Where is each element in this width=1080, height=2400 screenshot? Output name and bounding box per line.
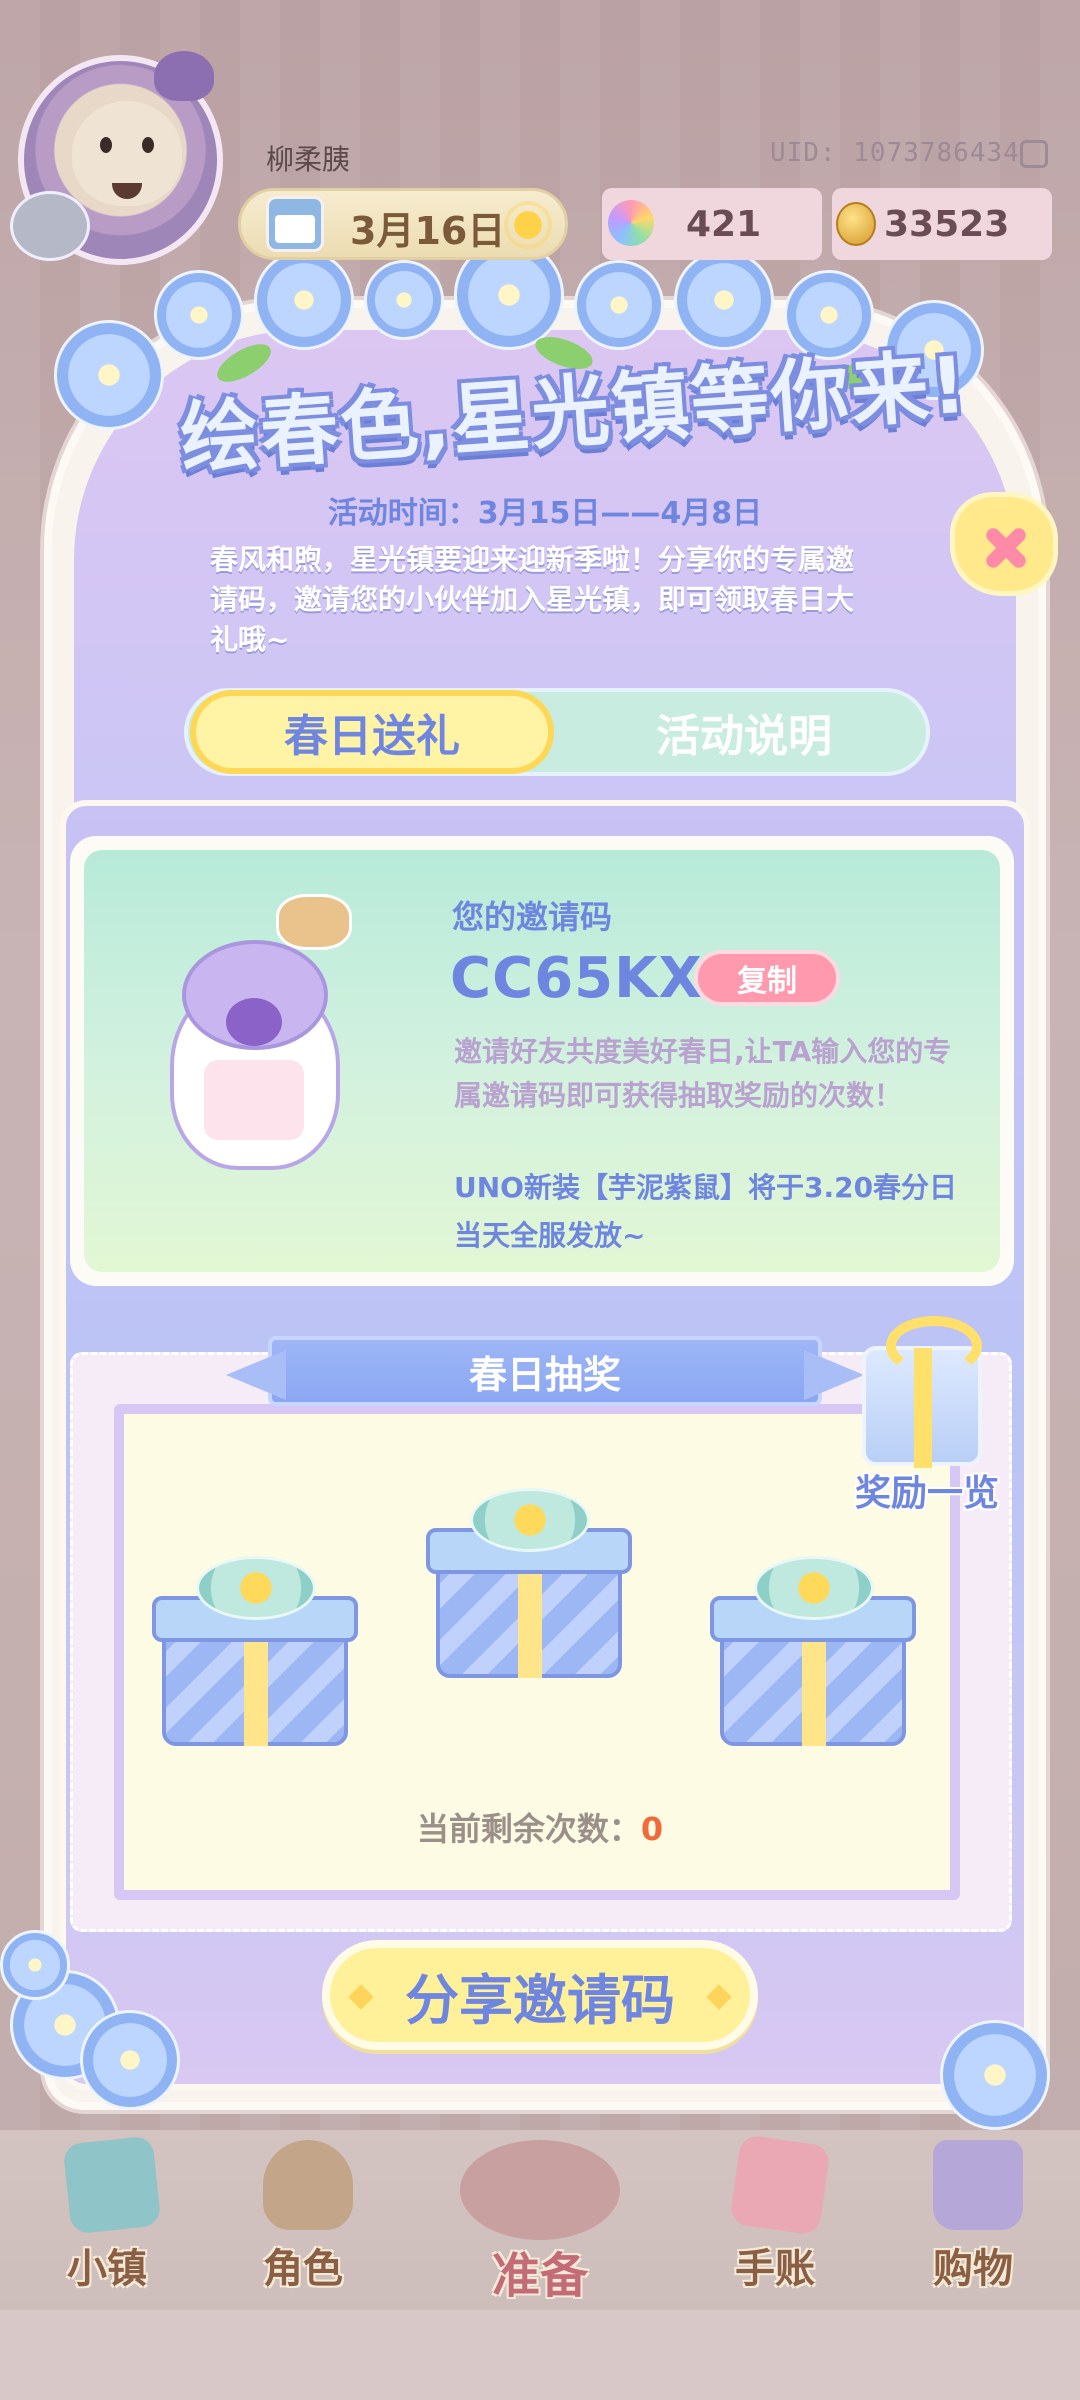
hamster-character-illustration xyxy=(160,940,350,1180)
hamster-mouth xyxy=(226,998,282,1046)
avatar-hat xyxy=(154,51,214,101)
flower-icon xyxy=(940,2020,1050,2130)
close-button[interactable] xyxy=(950,492,1058,596)
lottery-gift-box[interactable] xyxy=(706,1546,916,1756)
reward-gift-icon[interactable] xyxy=(862,1316,982,1468)
invite-note: UNO新装【芋泥紫鼠】将于3.20春分日当天全服发放~ xyxy=(454,1171,958,1252)
current-date: 3月16日 xyxy=(350,209,506,253)
player-avatar[interactable] xyxy=(10,51,223,265)
calendar-icon xyxy=(266,196,324,252)
copy-code-button[interactable]: 复制 xyxy=(694,950,840,1006)
hamster-shirt xyxy=(204,1060,304,1140)
reward-list-label[interactable]: 奖励一览 xyxy=(832,1464,1022,1516)
tab-event-rules[interactable]: 活动说明 xyxy=(564,690,924,774)
remaining-draws: 当前剩余次数：0 xyxy=(0,1804,1080,1850)
flower-icon xyxy=(0,1930,70,2000)
share-button-label: 分享邀请码 xyxy=(405,1968,675,2032)
lottery-gift-box[interactable] xyxy=(148,1546,358,1756)
flower-icon xyxy=(80,2010,180,2110)
flower-cluster-bottom-right xyxy=(930,2010,1080,2150)
invite-code-value: CC65KX xyxy=(450,946,703,1011)
avatar-pet-cat xyxy=(10,191,90,261)
nav-character[interactable]: 角色 xyxy=(228,2140,378,2300)
gem-value: 421 xyxy=(686,204,762,245)
top-hud: 柳柔胰 UID: 1073786434 3月16日 421 33523 xyxy=(0,0,1080,300)
activity-description: 春风和煦，星光镇要迎来迎新季啦！分享你的专属邀请码，邀请您的小伙伴加入星光镇，即… xyxy=(210,543,855,656)
gem-icon xyxy=(608,200,654,246)
character-icon xyxy=(263,2140,353,2230)
activity-time: 活动时间：3月15日——4月8日 xyxy=(327,496,763,531)
coin-value: 33523 xyxy=(884,204,1010,245)
flower-cluster-bottom-left xyxy=(0,1930,200,2130)
gift-bow-icon xyxy=(196,1556,316,1620)
journal-icon xyxy=(729,2134,831,2236)
gift-bow-icon xyxy=(470,1488,590,1552)
nav-label: 购物 xyxy=(933,2246,1013,2292)
nav-label: 角色 xyxy=(263,2246,343,2292)
remaining-draws-count: 0 xyxy=(640,1810,664,1848)
lottery-gift-box[interactable] xyxy=(422,1478,632,1688)
nav-label: 手账 xyxy=(735,2246,815,2292)
shopping-bag-icon xyxy=(933,2140,1023,2230)
player-name: 柳柔胰 xyxy=(266,143,351,176)
sun-weather-icon xyxy=(508,205,548,245)
coin-icon xyxy=(836,202,876,246)
remaining-draws-label: 当前剩余次数： xyxy=(416,1810,641,1848)
diamond-decoration-icon xyxy=(348,1984,374,2010)
map-icon xyxy=(62,2135,162,2235)
bottom-strip xyxy=(0,2310,1080,2400)
player-uid: UID: 1073786434 xyxy=(770,138,1020,168)
invite-description: 邀请好友共度美好春日,让TA输入您的专属邀请码即可获得抽取奖励的次数！ xyxy=(454,1035,952,1112)
prepare-icon xyxy=(460,2140,620,2240)
nav-label: 小镇 xyxy=(67,2246,147,2292)
nav-prepare[interactable]: 准备 xyxy=(440,2140,640,2304)
copy-uid-icon[interactable] xyxy=(1020,140,1048,168)
nav-town[interactable]: 小镇 xyxy=(32,2135,182,2300)
badge-decoration-icon xyxy=(276,894,352,950)
nav-label: 准备 xyxy=(491,2248,588,2304)
diamond-decoration-icon xyxy=(706,1984,732,2010)
nav-shopping[interactable]: 购物 xyxy=(898,2140,1048,2300)
lottery-title-ribbon: 春日抽奖 xyxy=(268,1336,822,1406)
invite-code-label: 您的邀请码 xyxy=(452,898,613,936)
tab-spring-gift[interactable]: 春日送礼 xyxy=(190,690,554,774)
nav-journal[interactable]: 手账 xyxy=(700,2134,850,2300)
share-invite-code-button[interactable]: 分享邀请码 xyxy=(322,1940,758,2050)
gift-bow-icon xyxy=(754,1556,874,1620)
